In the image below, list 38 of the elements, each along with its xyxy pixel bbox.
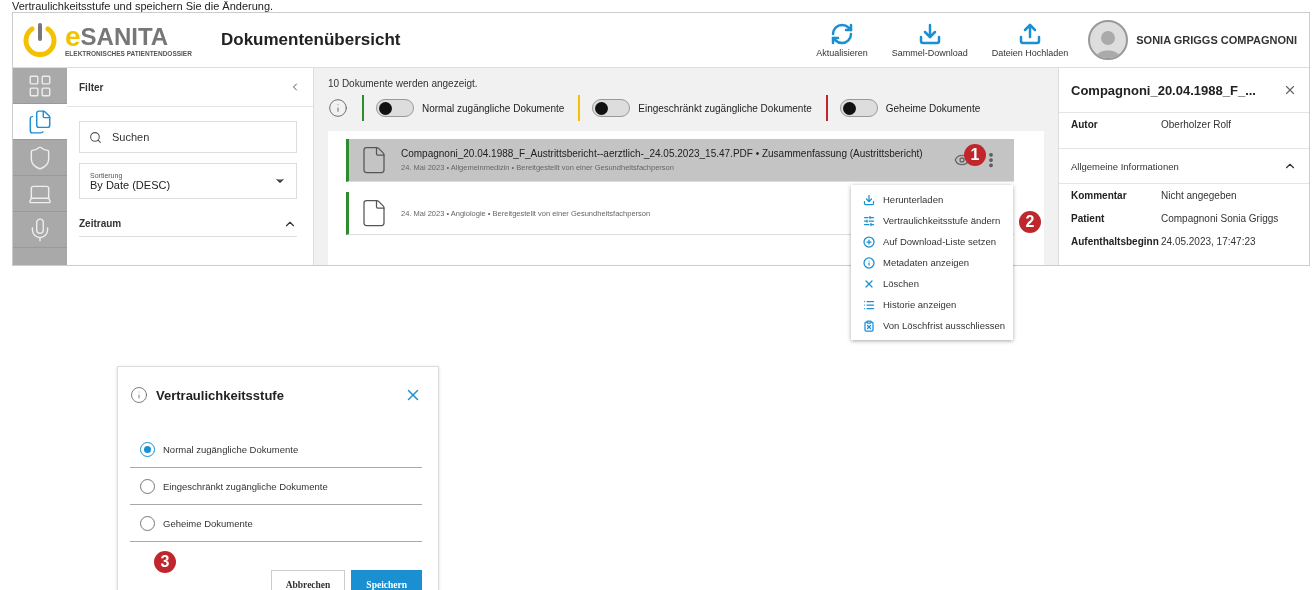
cancel-button[interactable]: Abbrechen [270, 570, 346, 590]
radio-option[interactable]: Eingeschränkt zugängliche Dokumente [130, 468, 422, 505]
field-label: Patient [1071, 213, 1106, 224]
panel-title: Filter [79, 81, 104, 93]
field-value: Nicht angegeben [1161, 190, 1237, 201]
toolbar-button[interactable]: Dateien Hochladen [979, 22, 1081, 58]
radio-option[interactable]: Geheime Dokumente [130, 505, 422, 542]
document-title: Compagnoni_20.04.1988_F_Austrittsbericht--aerztlich-_24.05.2023_15.47.PDF • Zusammenfassung (Austrittsbericht) [401, 148, 924, 159]
toggle-label: Eingeschränkt zugängliche Dokumente [638, 102, 812, 114]
menu-item[interactable]: Historie anzeigen [851, 294, 1013, 315]
search-field[interactable]: Suchen [79, 121, 297, 153]
menu-item[interactable]: Herunterladen [851, 189, 1013, 210]
detail-title: Compagnoni_20.04.1988_F_... [1071, 82, 1256, 98]
document-count: 10 Dokumente werden angezeigt. [328, 78, 479, 89]
section-header[interactable]: Allgemeine Informationen [1059, 148, 1309, 184]
field-value: 24.05.2023, 17:47:23 [1161, 236, 1256, 247]
logo-letter: e [65, 23, 81, 50]
field-label: Autor [1071, 119, 1099, 130]
dialog-title: Vertraulichkeitsstufe [156, 387, 285, 403]
field-label: Aufenthaltsbeginn [1071, 236, 1160, 247]
menu-item[interactable]: Löschen [851, 273, 1013, 294]
page-title: Dokumentenübersicht [221, 30, 402, 50]
toggle-label: Geheime Dokumente [885, 102, 981, 114]
toggle-label: Normal zugängliche Dokumente [422, 102, 565, 114]
field-value: Oberholzer Rolf [1161, 119, 1232, 130]
section-header[interactable]: Zeitraum [79, 211, 297, 237]
radio-option[interactable]: Normal zugängliche Dokumente [130, 431, 422, 468]
menu-item[interactable]: Von Löschfrist ausschliessen [851, 315, 1013, 336]
logo-name: SANITA [80, 23, 169, 50]
save-button[interactable]: Speichern [351, 570, 422, 590]
menu-item[interactable]: Vertraulichkeitsstufe ändern [851, 210, 1013, 231]
menu-item[interactable]: Metadaten anzeigen [851, 252, 1013, 273]
toolbar-button[interactable]: Sammel-Download [879, 22, 980, 58]
field-value: Compagnoni Sonia Griggs [1161, 213, 1279, 224]
field-label: Kommentar [1071, 190, 1128, 201]
toolbar-button[interactable]: Aktualisieren [804, 22, 880, 58]
caption-text: Vertraulichkeitsstufe und speichern Sie die Änderung. [12, 0, 274, 12]
user-name: SONIA GRIGGS COMPAGNONI [1136, 34, 1297, 46]
